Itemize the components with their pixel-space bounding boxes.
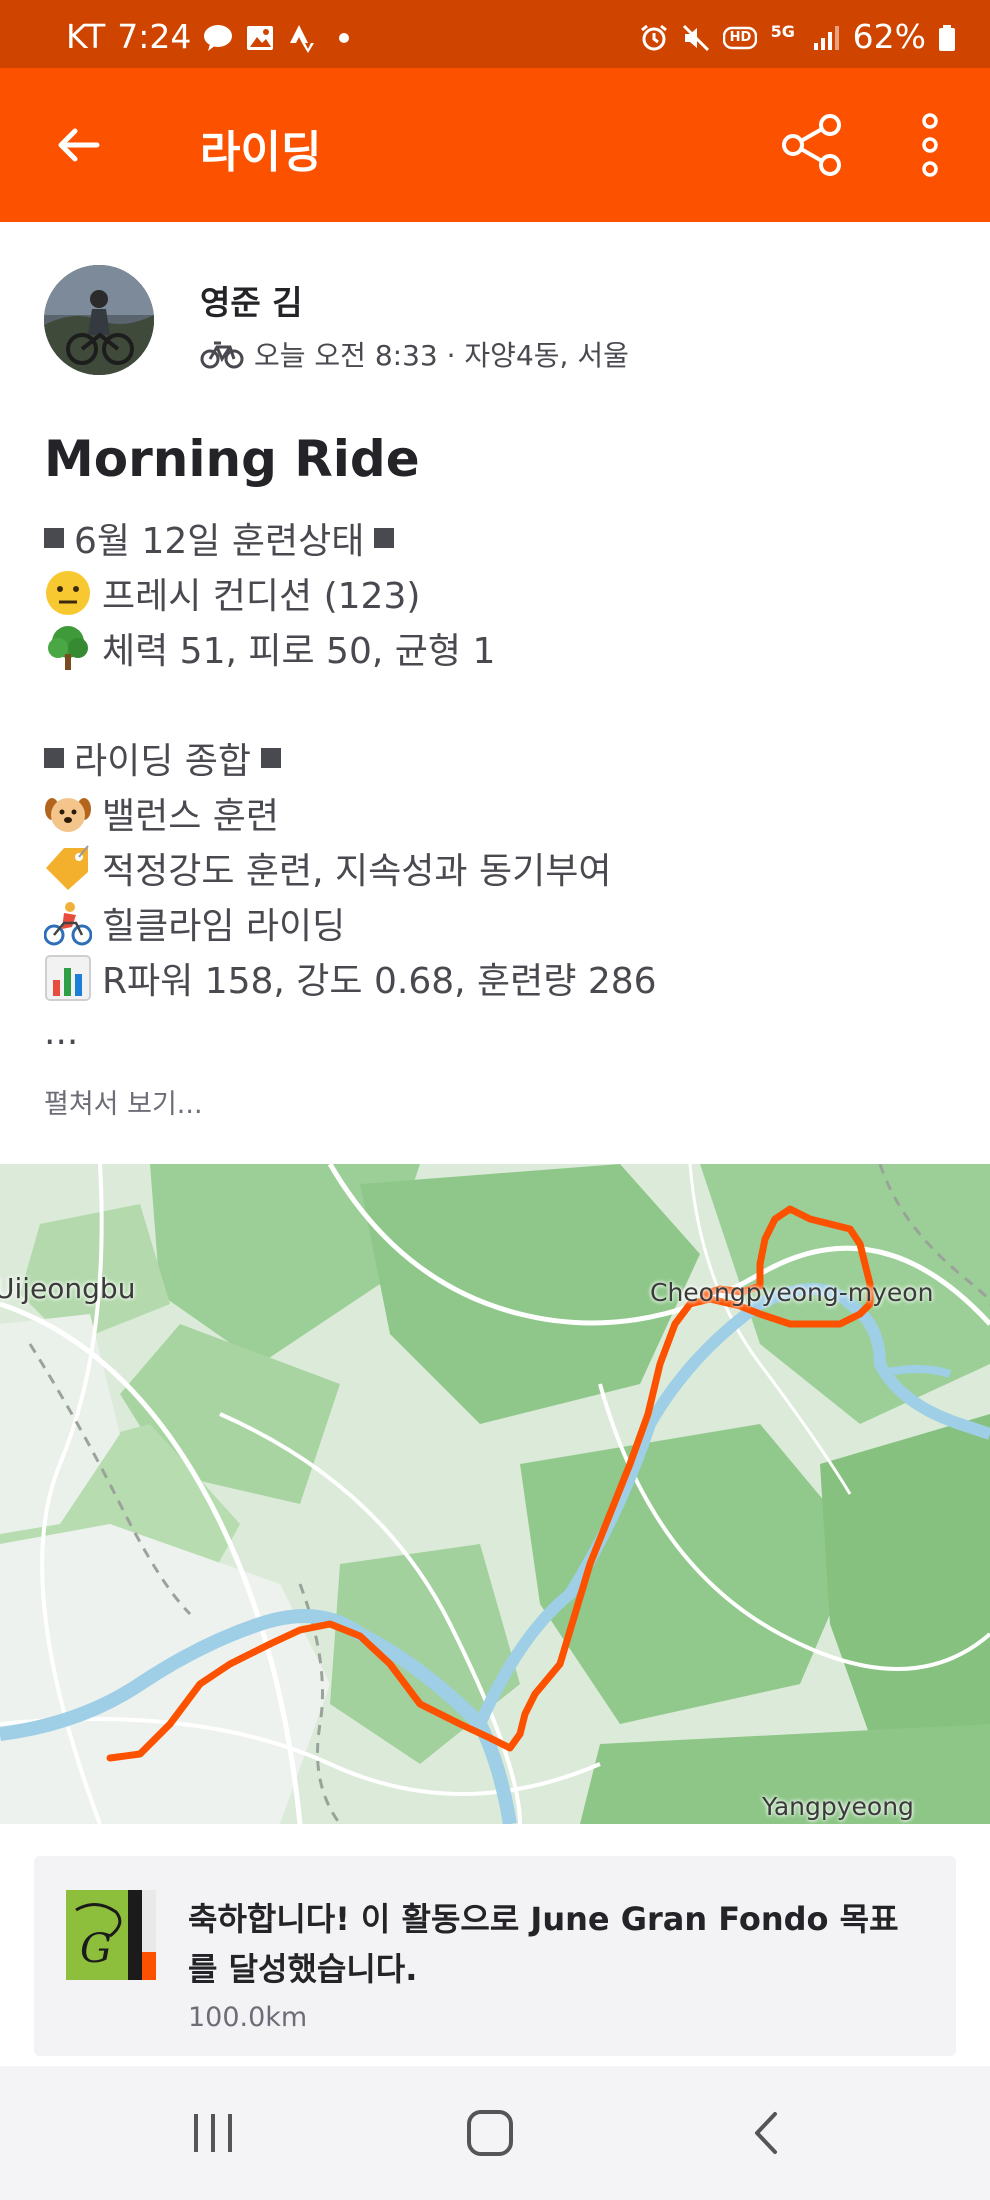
recents-button[interactable] (163, 2096, 263, 2170)
route-map[interactable]: Uijeongbu Cheongpyeong-myeon Yangpyeong (0, 1164, 990, 1824)
achievement-card[interactable]: G 축하합니다! 이 활동으로 June Gran Fondo 목표를 달성했습… (34, 1856, 956, 2056)
map-label-yangpyeong: Yangpyeong (762, 1792, 914, 1821)
map-label-uijeongbu: Uijeongbu (0, 1272, 136, 1305)
description-text: 밸런스 훈련 (102, 795, 280, 837)
description-line: 프레시 컨디션 (123) (44, 565, 944, 620)
achievement-message: 축하합니다! 이 활동으로 June Gran Fondo 목표를 달성했습니다… (188, 1900, 899, 1988)
square-bullet-icon (261, 747, 282, 768)
achievement-distance: 100.0km (188, 2002, 308, 2033)
battery-percent: 62% (852, 17, 926, 56)
description-line: 체력 51, 피로 50, 균형 1 (44, 620, 944, 675)
recents-icon (194, 2114, 232, 2152)
back-button[interactable] (40, 108, 114, 182)
description-line: ... (44, 1005, 944, 1060)
nav-back-button[interactable] (717, 2096, 817, 2170)
battery-icon (938, 22, 956, 52)
hd-icon: HD (722, 22, 757, 52)
description-text: R파워 158, 강도 0.68, 훈련량 286 (102, 960, 657, 1002)
description-text: 라이딩 종합 (74, 740, 252, 782)
5g-icon: 5G (770, 21, 795, 41)
share-button[interactable] (775, 108, 849, 182)
image-icon (245, 22, 275, 52)
description-ellipsis: ... (44, 1012, 79, 1053)
description-line: 힐클라임 라이딩 (43, 895, 944, 950)
bar-chart-icon (44, 954, 92, 1002)
map-canvas (0, 1164, 990, 1824)
arrow-left-icon (58, 128, 100, 162)
tree-icon (44, 624, 92, 672)
alarm-icon (639, 22, 669, 52)
status-bar: KT 7:24 HD 5G 62% (0, 0, 990, 68)
athlete-name[interactable]: 영준 김 (200, 276, 303, 324)
app-bar: 라이딩 (0, 68, 990, 222)
cyclist-icon (43, 899, 93, 947)
page-title: 라이딩 (200, 127, 322, 178)
square-bullet-icon (44, 747, 64, 768)
expand-description-link[interactable]: 펼쳐서 보기... (44, 1082, 203, 1121)
map-label-cheongpyeong: Cheongpyeong-myeon (650, 1278, 934, 1307)
description-text: 체력 51, 피로 50, 균형 1 (102, 630, 496, 672)
description-text: 6월 12일 훈련상태 (74, 520, 365, 562)
description-text: 프레시 컨디션 (123) (102, 575, 421, 617)
bicycle-icon (200, 341, 244, 369)
system-nav-bar (0, 2066, 990, 2200)
square-bullet-icon (44, 527, 64, 548)
more-options-button[interactable] (895, 108, 965, 182)
description-text: 힐클라임 라이딩 (102, 905, 346, 947)
description-blank-line (44, 675, 944, 730)
activity-meta: 오늘 오전 8:33 · 자양4동, 서울 (200, 334, 629, 374)
home-icon (467, 2110, 513, 2156)
description-line: 라이딩 종합 (44, 730, 944, 785)
home-button[interactable] (440, 2096, 540, 2170)
description-line: 밸런스 훈련 (44, 785, 944, 840)
activity-title: Morning Ride (44, 430, 420, 488)
dog-icon (44, 789, 92, 837)
description-line: R파워 158, 강도 0.68, 훈련량 286 (44, 950, 944, 1005)
description-text: 적정강도 훈련, 지속성과 동기부여 (102, 850, 612, 892)
square-bullet-icon (374, 527, 395, 548)
activity-meta-text: 오늘 오전 8:33 · 자양4동, 서울 (254, 339, 629, 372)
tag-icon (44, 844, 92, 892)
description-line: 6월 12일 훈련상태 (44, 510, 944, 565)
status-bar-left: KT 7:24 (66, 17, 359, 56)
nav-back-icon (755, 2112, 777, 2154)
neutral-face-icon (44, 569, 92, 617)
mute-icon (681, 22, 711, 52)
talk-icon (203, 22, 233, 52)
strava-icon (287, 22, 317, 53)
status-bar-right: HD 5G 62% (639, 17, 956, 56)
more-vertical-icon (922, 113, 938, 177)
description-line: 적정강도 훈련, 지속성과 동기부여 (44, 840, 944, 895)
avatar[interactable] (44, 265, 154, 375)
signal-icon (811, 22, 841, 52)
share-icon (782, 114, 841, 176)
gran-fondo-badge-icon: G (66, 1890, 156, 1980)
clock: 7:24 (117, 17, 192, 56)
activity-description: 6월 12일 훈련상태 프레시 컨디션 (123) 체력 51, 피로 50, … (43, 510, 944, 1060)
dot-icon (329, 22, 359, 52)
carrier-label: KT (66, 17, 106, 56)
